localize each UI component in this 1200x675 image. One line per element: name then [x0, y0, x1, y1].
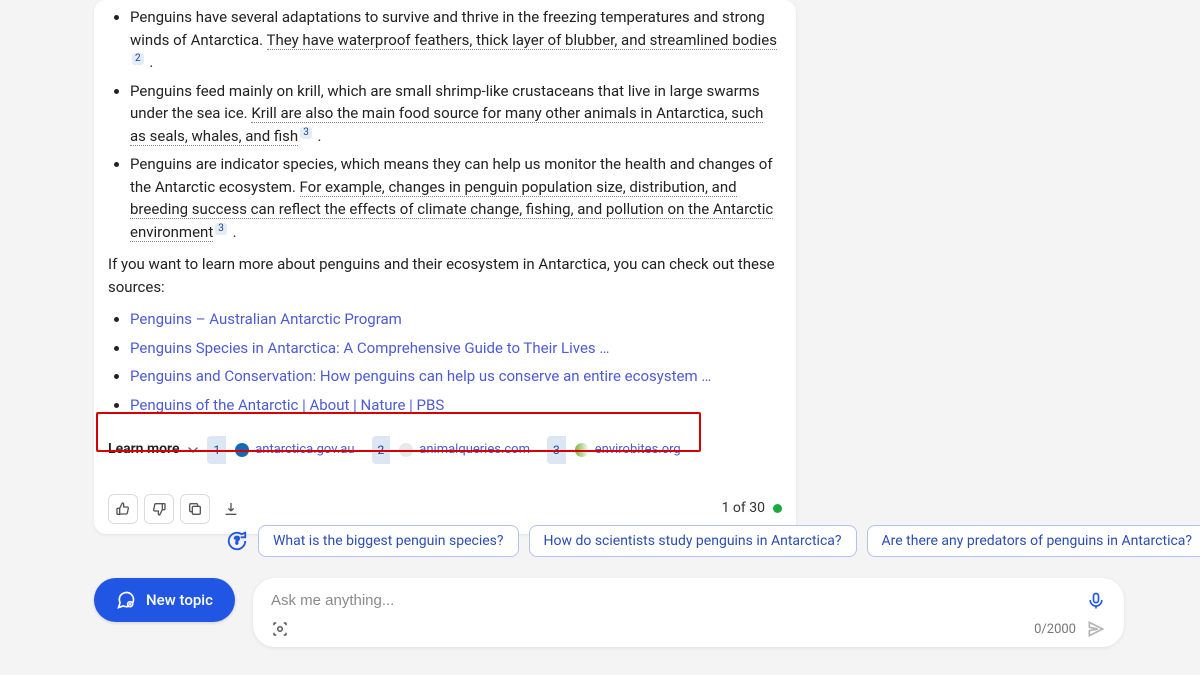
visual-search-icon[interactable] [271, 620, 289, 638]
source-chip-group[interactable]: 3 envirobites.org [547, 436, 690, 464]
response-counter-group: 1 of 30 [722, 498, 782, 519]
source-link[interactable]: Penguins of the Antarctic | About | Natu… [130, 396, 444, 414]
source-chip-group[interactable]: 2 animalqueries.com [372, 436, 539, 464]
input-row [271, 588, 1106, 613]
source-link[interactable]: Penguins Species in Antarctica: A Compre… [130, 339, 609, 357]
chevron-down-icon[interactable] [187, 444, 199, 456]
suggestion-chip[interactable]: How do scientists study penguins in Anta… [529, 525, 857, 557]
new-topic-button[interactable]: New topic [94, 578, 235, 622]
source-number: 3 [547, 436, 566, 464]
source-domain: envirobites.org [595, 440, 681, 460]
favicon-icon [235, 443, 249, 457]
suggestion-chip[interactable]: What is the biggest penguin species? [258, 525, 519, 557]
send-icon[interactable] [1086, 619, 1106, 639]
char-counter-group: 0/2000 [1034, 619, 1106, 639]
facts-list: Penguins have several adaptations to sur… [108, 6, 782, 243]
thumbs-up-button[interactable] [108, 494, 138, 524]
action-row: 1 of 30 [108, 484, 782, 524]
source-number: 1 [207, 436, 226, 464]
new-topic-label: New topic [146, 591, 213, 609]
chat-icon [116, 590, 136, 610]
export-button[interactable] [216, 494, 246, 524]
source-domain: animalqueries.com [419, 440, 530, 460]
learn-more-row: Learn more 1 antarctica.gov.au 2 animalq… [108, 430, 782, 470]
learn-more-label: Learn more [108, 439, 179, 460]
list-item: Penguins of the Antarctic | About | Natu… [130, 394, 782, 417]
suggestion-chip[interactable]: Are there any predators of penguins in A… [867, 525, 1200, 557]
favicon-icon [399, 443, 413, 457]
char-counter: 0/2000 [1034, 622, 1076, 637]
action-left [108, 494, 246, 524]
suggestions-row: ? What is the biggest penguin species? H… [226, 525, 1124, 557]
source-chip-group[interactable]: 1 antarctica.gov.au [207, 436, 363, 464]
source-number: 2 [372, 436, 391, 464]
bottom-area: New topic 0/2000 [94, 578, 1124, 647]
microphone-icon[interactable] [1086, 591, 1106, 611]
list-item: Penguins Species in Antarctica: A Compre… [130, 337, 782, 360]
chat-input-card: 0/2000 [253, 578, 1124, 647]
favicon-icon [575, 443, 589, 457]
followup-text: If you want to learn more about penguins… [108, 253, 782, 298]
source-links-list: Penguins – Australian Antarctic Program … [108, 308, 782, 416]
fact-item: Penguins feed mainly on krill, which are… [130, 80, 782, 148]
fact-item: Penguins have several adaptations to sur… [130, 6, 782, 74]
citation-badge[interactable]: 3 [215, 223, 227, 235]
citation-badge[interactable]: 2 [132, 53, 144, 65]
fact-text-cited: They have waterproof feathers, thick lay… [267, 31, 778, 50]
list-item: Penguins and Conservation: How penguins … [130, 365, 782, 388]
response-card: Penguins have several adaptations to sur… [94, 0, 796, 534]
source-link[interactable]: Penguins and Conservation: How penguins … [130, 367, 711, 385]
citation-badge[interactable]: 3 [300, 127, 312, 139]
chat-input[interactable] [271, 588, 1086, 613]
fact-item: Penguins are indicator species, which me… [130, 153, 782, 243]
copy-button[interactable] [180, 494, 210, 524]
input-bottom-row: 0/2000 [271, 619, 1106, 639]
source-link[interactable]: Penguins – Australian Antarctic Program [130, 310, 402, 328]
question-icon: ? [226, 526, 248, 556]
thumbs-down-button[interactable] [144, 494, 174, 524]
source-domain: antarctica.gov.au [255, 440, 354, 460]
list-item: Penguins – Australian Antarctic Program [130, 308, 782, 331]
status-dot-icon [773, 504, 782, 513]
svg-text:?: ? [234, 536, 239, 547]
response-counter: 1 of 30 [722, 498, 765, 519]
